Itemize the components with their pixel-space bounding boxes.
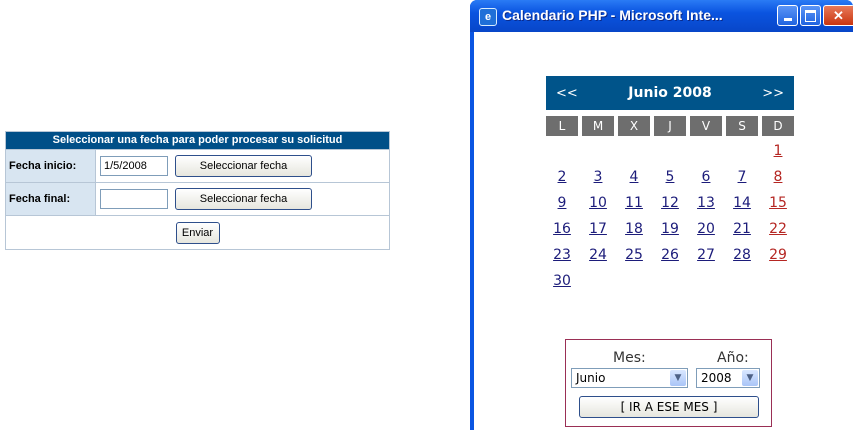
weekday-header: L M X J V S D	[546, 116, 794, 136]
day-27[interactable]: 27	[690, 242, 722, 268]
calendar-window: e Calendario PHP - Microsoft Inte... ✕ <…	[470, 0, 853, 430]
prev-month-link[interactable]: <<	[556, 86, 578, 101]
day-28[interactable]: 28	[726, 242, 758, 268]
empty-day-cell	[618, 138, 650, 164]
day-19[interactable]: 19	[654, 216, 686, 242]
month-select[interactable]: Junio ▼	[571, 368, 688, 388]
weekday-mon: L	[546, 116, 578, 136]
day-4[interactable]: 4	[618, 164, 650, 190]
day-13[interactable]: 13	[690, 190, 722, 216]
maximize-icon	[805, 10, 816, 22]
month-select-value: Junio	[576, 371, 606, 385]
day-grid: 1 2 3 4 5 6 7 8 9 10 11 12 13 14 15 16 17 18 19 20 21 22 23 24 2…	[546, 138, 794, 294]
minimize-button[interactable]	[777, 5, 798, 26]
year-select-value: 2008	[701, 371, 732, 385]
day-26[interactable]: 26	[654, 242, 686, 268]
end-date-label: Fecha final:	[6, 183, 96, 215]
weekday-fri: V	[690, 116, 722, 136]
day-11[interactable]: 11	[618, 190, 650, 216]
select-start-date-button[interactable]: Seleccionar fecha	[175, 155, 312, 177]
close-button[interactable]: ✕	[823, 5, 853, 26]
day-8[interactable]: 8	[762, 164, 794, 190]
day-12[interactable]: 12	[654, 190, 686, 216]
day-29[interactable]: 29	[762, 242, 794, 268]
empty-day-cell	[762, 268, 794, 294]
submit-button[interactable]: Enviar	[175, 221, 220, 244]
end-date-row: Fecha final: Seleccionar fecha	[6, 182, 389, 215]
window-title: Calendario PHP - Microsoft Inte...	[502, 7, 723, 23]
day-2[interactable]: 2	[546, 164, 578, 190]
next-month-link[interactable]: >>	[762, 86, 784, 101]
chevron-down-icon[interactable]: ▼	[670, 370, 686, 386]
day-21[interactable]: 21	[726, 216, 758, 242]
month-title: Junio 2008	[628, 85, 712, 101]
day-15[interactable]: 15	[762, 190, 794, 216]
window-content: << Junio 2008 >> L M X J V S D 123456789…	[474, 32, 853, 430]
go-to-month-button[interactable]: [ IR A ESE MES ]	[579, 396, 759, 418]
title-bar[interactable]: e Calendario PHP - Microsoft Inte... ✕	[470, 0, 853, 32]
year-select[interactable]: 2008 ▼	[696, 368, 760, 388]
day-23[interactable]: 23	[546, 242, 578, 268]
day-5[interactable]: 5	[654, 164, 686, 190]
day-1[interactable]: 1	[762, 138, 794, 164]
minimize-icon	[783, 18, 792, 21]
day-22[interactable]: 22	[762, 216, 794, 242]
start-date-label: Fecha inicio:	[6, 150, 96, 182]
maximize-button[interactable]	[800, 5, 821, 26]
day-3[interactable]: 3	[582, 164, 614, 190]
day-20[interactable]: 20	[690, 216, 722, 242]
day-24[interactable]: 24	[582, 242, 614, 268]
empty-day-cell	[546, 138, 578, 164]
ie-icon: e	[479, 8, 497, 26]
start-date-row: Fecha inicio: 1/5/2008 Seleccionar fecha	[6, 149, 389, 182]
weekday-wed: X	[618, 116, 650, 136]
empty-day-cell	[726, 138, 758, 164]
empty-day-cell	[582, 268, 614, 294]
empty-day-cell	[582, 138, 614, 164]
chevron-down-icon[interactable]: ▼	[742, 370, 758, 386]
empty-day-cell	[690, 268, 722, 294]
day-25[interactable]: 25	[618, 242, 650, 268]
empty-day-cell	[618, 268, 650, 294]
day-14[interactable]: 14	[726, 190, 758, 216]
month-label: Mes:	[613, 350, 646, 366]
day-6[interactable]: 6	[690, 164, 722, 190]
calendar-header: << Junio 2008 >>	[546, 76, 794, 110]
weekday-thu: J	[654, 116, 686, 136]
form-header: Seleccionar una fecha para poder procesa…	[6, 132, 389, 149]
empty-day-cell	[654, 268, 686, 294]
day-16[interactable]: 16	[546, 216, 578, 242]
empty-day-cell	[690, 138, 722, 164]
empty-day-cell	[726, 268, 758, 294]
day-18[interactable]: 18	[618, 216, 650, 242]
calendar: << Junio 2008 >> L M X J V S D 123456789…	[546, 76, 794, 294]
start-date-input[interactable]: 1/5/2008	[100, 156, 168, 176]
month-year-selector: Mes: Año: Junio ▼ 2008 ▼ [ IR A ESE MES …	[565, 339, 772, 427]
end-date-input[interactable]	[100, 189, 168, 209]
day-30[interactable]: 30	[546, 268, 578, 294]
day-9[interactable]: 9	[546, 190, 578, 216]
day-17[interactable]: 17	[582, 216, 614, 242]
weekday-sat: S	[726, 116, 758, 136]
empty-day-cell	[654, 138, 686, 164]
weekday-tue: M	[582, 116, 614, 136]
date-request-form: Seleccionar una fecha para poder procesa…	[5, 131, 390, 250]
year-label: Año:	[717, 350, 749, 366]
day-10[interactable]: 10	[582, 190, 614, 216]
weekday-sun: D	[762, 116, 794, 136]
select-end-date-button[interactable]: Seleccionar fecha	[175, 188, 312, 210]
day-7[interactable]: 7	[726, 164, 758, 190]
